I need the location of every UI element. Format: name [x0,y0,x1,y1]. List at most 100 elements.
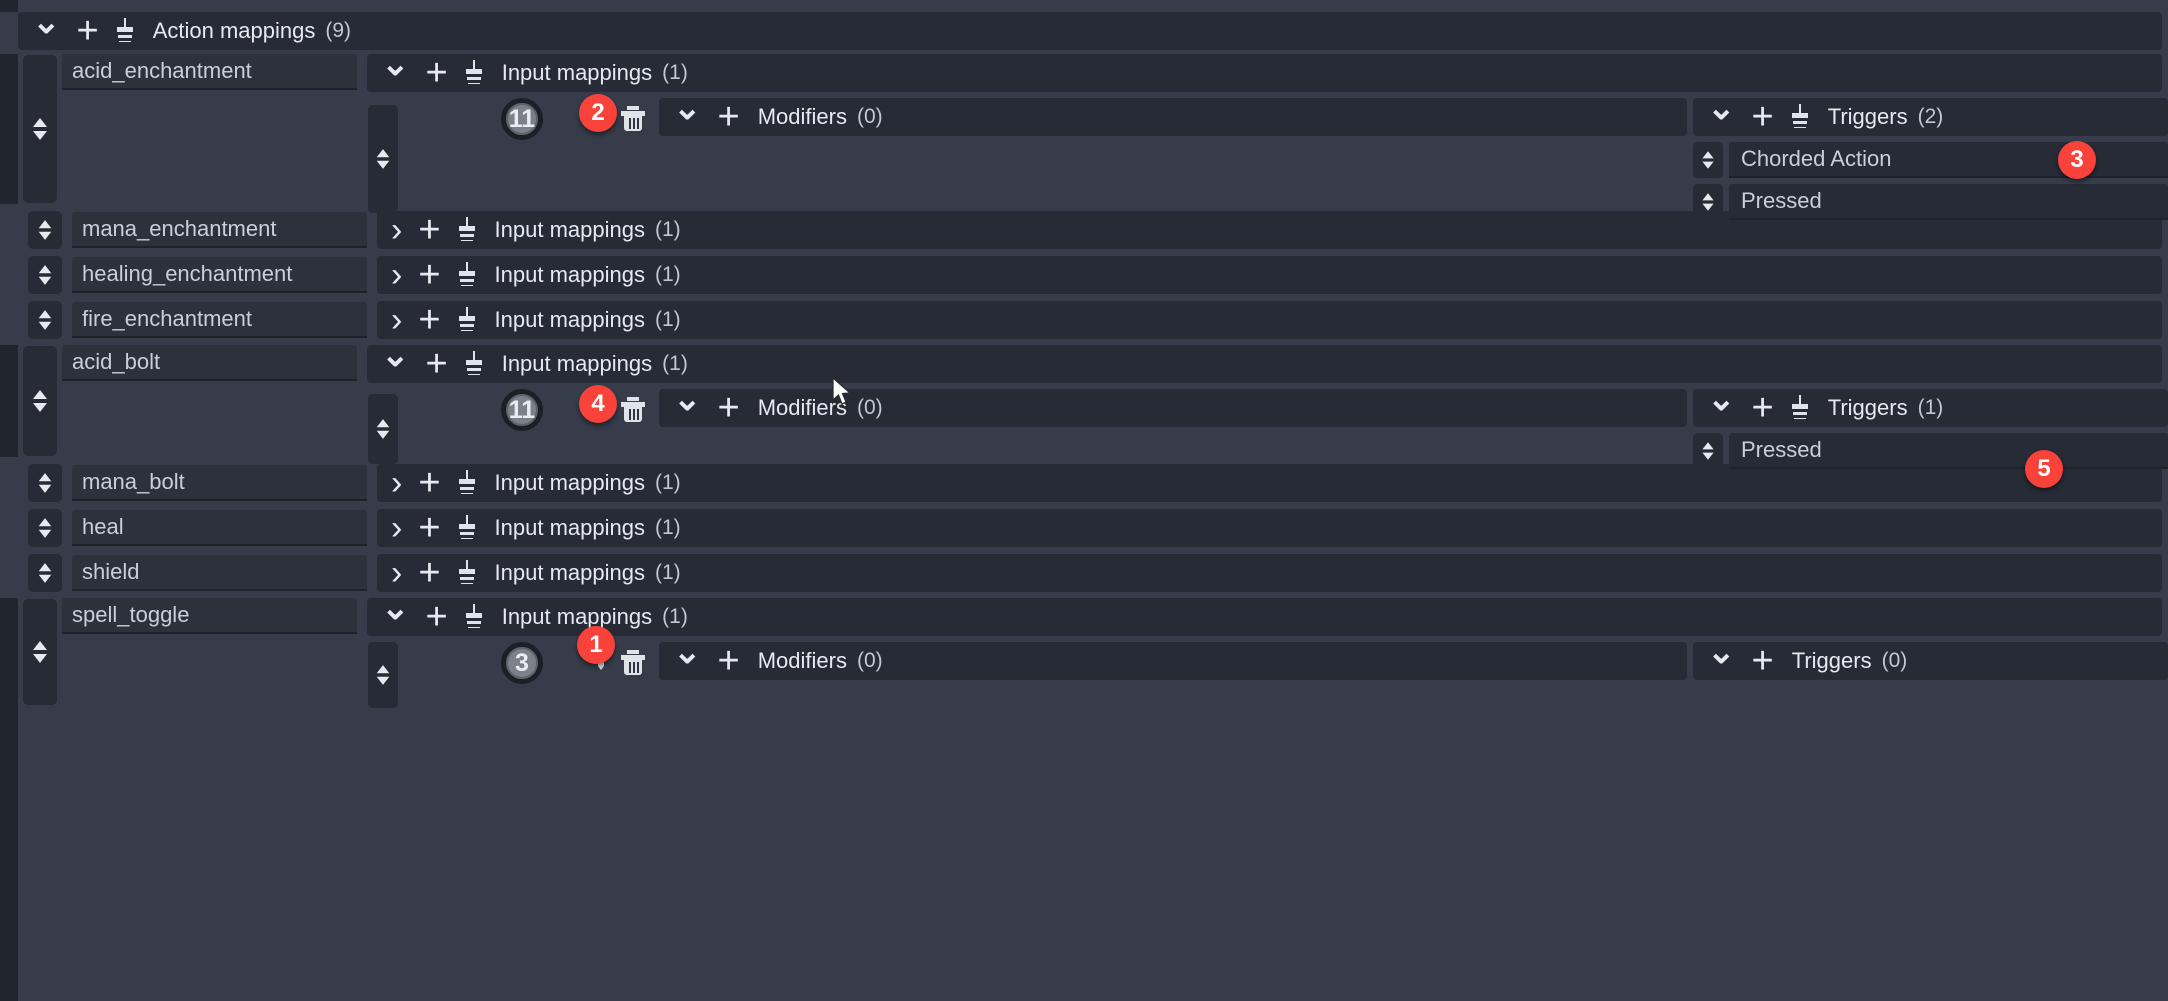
action-name-input[interactable]: spell_toggle [62,598,357,634]
key-badge[interactable]: 11 [501,98,543,140]
chevron-right-icon[interactable] [391,473,402,493]
chevron-right-icon[interactable] [391,563,402,583]
action-name-input[interactable]: healing_enchantment [72,257,367,293]
input-mappings-header[interactable]: Input mappings (1) [377,509,2162,547]
trigger-type-dropdown[interactable]: Chorded Action [1729,142,2168,178]
plus-icon[interactable] [1752,398,1774,418]
triggers-header[interactable]: Triggers (2) [1693,98,2168,136]
reorder-handle[interactable] [28,211,62,249]
chevron-down-icon[interactable] [381,359,410,369]
brush-icon[interactable] [1790,104,1810,130]
action-mappings-header[interactable]: Action mappings (9) [18,12,2162,50]
chevron-down-icon[interactable] [1707,112,1736,122]
brush-icon[interactable] [457,470,477,496]
input-mappings-header[interactable]: Input mappings (1) [377,256,2162,294]
chevron-down-icon[interactable] [1707,656,1736,666]
chevron-right-icon[interactable] [391,310,402,330]
trigger-type-dropdown[interactable]: Pressed [1729,433,2168,469]
plus-icon[interactable] [418,518,440,538]
reorder-handle[interactable] [1693,142,1723,178]
plus-icon[interactable] [718,398,740,418]
plus-icon[interactable] [426,63,448,83]
chevron-down-icon[interactable] [673,112,702,122]
plus-icon[interactable] [418,220,440,240]
brush-icon[interactable] [457,307,477,333]
action-name-input[interactable]: shield [72,555,367,591]
action-reorder-handle-wrap [18,54,62,204]
input-mappings-header[interactable]: Input mappings (1) [367,54,2162,92]
action-name-input[interactable]: mana_bolt [72,465,367,501]
input-mappings-count: (1) [662,352,688,375]
reorder-handle[interactable] [368,642,398,708]
brush-icon[interactable] [464,60,484,86]
reorder-handle[interactable] [28,509,62,547]
brush-icon[interactable] [115,18,135,44]
plus-icon[interactable] [1752,651,1774,671]
chevron-right-icon[interactable] [391,265,402,285]
plus-icon[interactable] [718,651,740,671]
action-name-input[interactable]: heal [72,510,367,546]
chevron-down-icon[interactable] [673,656,702,666]
brush-icon[interactable] [464,604,484,630]
chevron-down-icon[interactable] [673,403,702,413]
chevron-right-icon[interactable] [391,518,402,538]
reorder-handle[interactable] [28,301,62,339]
reorder-handle[interactable] [23,55,57,203]
plus-icon[interactable] [718,107,740,127]
annotation-marker-1: 1 [577,626,615,664]
reorder-handle[interactable] [368,394,398,464]
chevron-right-icon[interactable] [391,220,402,240]
action-name-input[interactable]: acid_bolt [62,345,357,381]
input-mappings-label: Input mappings [494,560,645,585]
plus-icon[interactable] [418,473,440,493]
input-mappings-header[interactable]: Input mappings (1) [377,301,2162,339]
trash-icon[interactable] [621,397,645,423]
reorder-handle[interactable] [28,464,62,502]
plus-icon[interactable] [1752,107,1774,127]
reorder-handle[interactable] [23,599,57,705]
root-header-row: Action mappings (9) [0,12,2168,50]
brush-icon[interactable] [457,560,477,586]
triggers-header[interactable]: Triggers (0) [1693,642,2168,680]
key-badge[interactable]: 3 [501,642,543,684]
brush-icon[interactable] [457,262,477,288]
chevron-down-icon[interactable] [32,26,61,36]
chevron-down-icon[interactable] [1707,403,1736,413]
reorder-handle[interactable] [1693,433,1723,469]
modifiers-header[interactable]: Modifiers (0) [659,642,1687,680]
annotation-marker-3: 3 [2058,141,2096,179]
modifiers-header[interactable]: Modifiers (0) [659,389,1687,427]
input-mappings-header[interactable]: Input mappings (1) [367,598,2162,636]
reorder-handle[interactable] [28,256,62,294]
brush-icon[interactable] [457,217,477,243]
trigger-type-dropdown[interactable]: Pressed [1729,184,2168,220]
brush-icon[interactable] [457,515,477,541]
trash-icon[interactable] [621,106,645,132]
action-name-input[interactable]: acid_enchantment [62,54,357,90]
brush-icon[interactable] [1790,395,1810,421]
reorder-handle[interactable] [23,346,57,456]
plus-icon[interactable] [418,563,440,583]
input-mappings-header[interactable]: Input mappings (1) [367,345,2162,383]
plus-icon[interactable] [426,354,448,374]
plus-icon[interactable] [418,265,440,285]
input-mappings-header[interactable]: Input mappings (1) [377,554,2162,592]
triggers-section: Triggers (2) Chorded Action [1693,98,2168,220]
trash-icon[interactable] [621,650,645,676]
input-mappings-header[interactable]: Input mappings (1) [377,464,2162,502]
plus-icon[interactable] [426,607,448,627]
reorder-handle[interactable] [368,105,398,213]
plus-icon[interactable] [418,310,440,330]
plus-icon[interactable] [77,21,99,41]
action-name-input[interactable]: fire_enchantment [72,302,367,338]
input-mappings-count: (1) [654,218,681,241]
key-badge[interactable]: 11 [501,389,543,431]
brush-icon[interactable] [464,351,484,377]
modifiers-header[interactable]: Modifiers (0) [659,98,1687,136]
action-content: acid_bolt Input mappings (1) [62,345,2168,488]
chevron-down-icon[interactable] [381,612,410,622]
reorder-handle[interactable] [28,554,62,592]
chevron-down-icon[interactable] [381,68,410,78]
reorder-handle[interactable] [1693,184,1723,220]
triggers-header[interactable]: Triggers (1) [1693,389,2168,427]
